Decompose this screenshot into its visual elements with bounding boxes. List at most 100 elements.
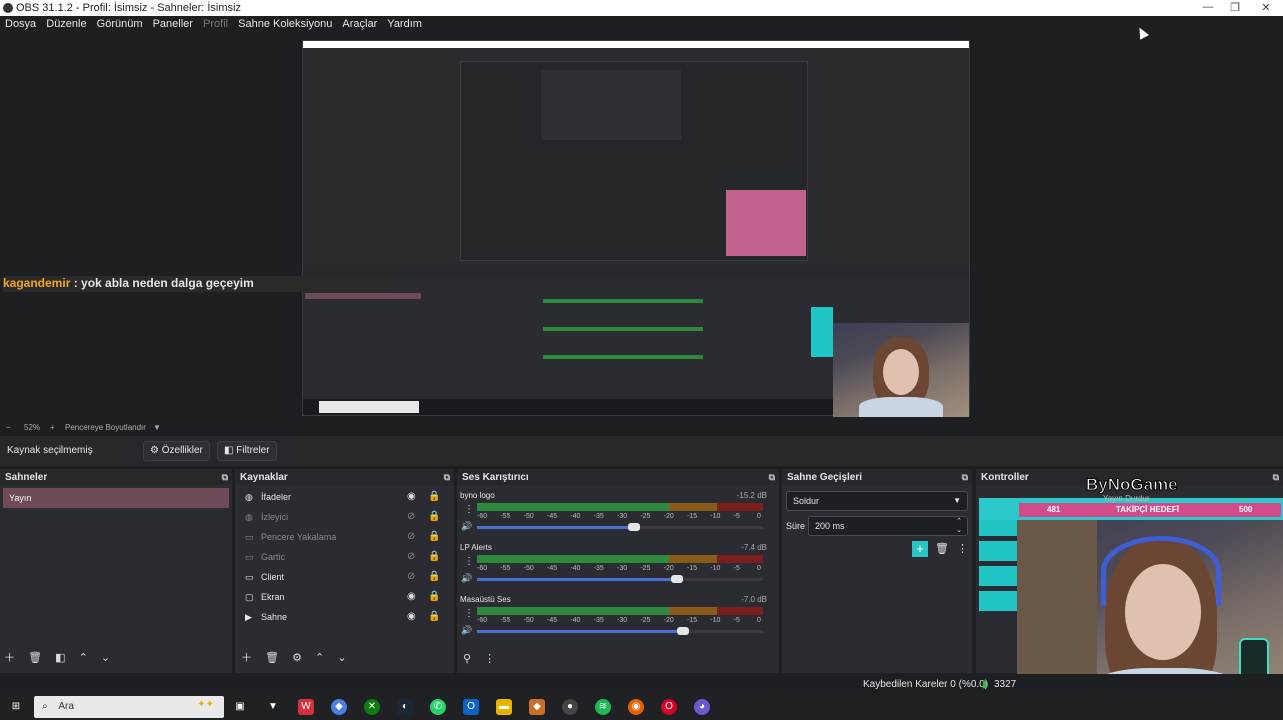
eye-hidden-icon[interactable]: ⊘ (407, 551, 415, 562)
undock-icon[interactable]: ⧉ (769, 472, 775, 483)
title-bar: OBS 31.1.2 - Profil: İsimsiz - Sahneler:… (0, 0, 1283, 16)
add-icon[interactable]: ＋ (241, 652, 252, 664)
volume-slider[interactable] (477, 523, 763, 531)
source-item[interactable]: ▭ Gartic ⊘ 🔒 (235, 547, 454, 567)
whatsapp-icon[interactable]: ✆ (430, 699, 446, 715)
source-item[interactable]: ▢ Ekran ◉ 🔒 (235, 587, 454, 607)
arrow-up-icon[interactable]: ⌃ (79, 652, 88, 664)
channel-db: -15.2 dB (736, 491, 767, 500)
menu-sahne-koleksiyonu[interactable]: Sahne Koleksiyonu (233, 16, 332, 30)
spinner-icon[interactable]: ⌃ ⌄ (956, 517, 962, 535)
eye-icon[interactable]: ◉ (407, 491, 416, 502)
undock-icon[interactable]: ⧉ (962, 472, 968, 483)
volume-slider[interactable] (477, 575, 763, 583)
app-bird-icon[interactable]: ▼ (265, 699, 281, 715)
filters-button[interactable]: ◧ Filtreler (217, 441, 277, 461)
link-icon[interactable]: ⚲ (463, 653, 471, 665)
add-transition-button[interactable]: + (912, 541, 928, 557)
source-item[interactable]: ◍ İzleyici ⊘ 🔒 (235, 507, 454, 527)
arrow-up-icon[interactable]: ⌃ (315, 652, 324, 664)
speaker-icon[interactable]: 🔊 (461, 521, 472, 532)
obs-icon[interactable]: ● (562, 699, 578, 715)
resize-to-window[interactable]: Pencereye Boyutlandır (65, 423, 146, 432)
controls-button-3[interactable] (979, 566, 1019, 586)
eye-hidden-icon[interactable]: ⊘ (407, 511, 415, 522)
controls-button-2[interactable] (979, 541, 1019, 561)
tick-label: -25 (640, 565, 651, 572)
filter-icon[interactable]: ◧ (55, 652, 65, 664)
speaker-icon[interactable]: 🔊 (461, 573, 472, 584)
windows-start-icon[interactable]: ⊞ (8, 699, 24, 715)
trash-icon[interactable]: 🗑 (265, 652, 279, 664)
menu-profil[interactable]: Profil (198, 16, 228, 30)
nested-search-box (319, 401, 419, 413)
copilot-icon[interactable]: ◆ (331, 699, 347, 715)
menu-dots-icon[interactable]: ⋮ (464, 504, 474, 515)
arrow-down-icon[interactable]: ⌄ (101, 652, 110, 664)
properties-button[interactable]: ⚙ Özellikler (143, 441, 210, 461)
task-view-icon[interactable]: ▣ (232, 699, 248, 715)
eye-icon[interactable]: ◉ (407, 591, 416, 602)
duration-input[interactable]: 200 ms ⌃ ⌄ (808, 516, 968, 536)
eye-hidden-icon[interactable]: ⊘ (407, 571, 415, 582)
eye-hidden-icon[interactable]: ⊘ (407, 531, 415, 542)
app-red-icon[interactable]: W (298, 699, 314, 715)
trash-icon[interactable]: 🗑 (28, 652, 42, 664)
zoom-in-button[interactable]: + (50, 423, 55, 432)
outlook-icon[interactable]: O (463, 699, 479, 715)
trash-icon[interactable]: 🗑 (935, 542, 949, 555)
add-icon[interactable]: ＋ (4, 652, 15, 664)
speaker-icon[interactable]: 🔊 (461, 625, 472, 636)
source-item[interactable]: ◍ İfadeler ◉ 🔒 (235, 487, 454, 507)
menu-araclar[interactable]: Araçlar (337, 16, 377, 30)
close-button[interactable]: ✕ (1256, 1, 1276, 14)
minimize-button[interactable]: — (1198, 1, 1218, 13)
lock-icon[interactable]: 🔒 (428, 571, 440, 582)
source-item[interactable]: ▭ Client ⊘ 🔒 (235, 567, 454, 587)
menu-dots-icon[interactable]: ⋮ (464, 608, 474, 619)
spotify-icon[interactable]: ≋ (595, 699, 611, 715)
gear-icon: ⚙ (150, 445, 159, 456)
zoom-out-button[interactable]: − (6, 423, 11, 432)
lock-icon[interactable]: 🔒 (428, 591, 440, 602)
lock-icon[interactable]: 🔒 (428, 611, 440, 622)
menu-dosya[interactable]: Dosya (0, 16, 36, 30)
tick-label: -5 (733, 513, 740, 520)
folder-icon[interactable]: ▬ (496, 699, 512, 715)
zoom-level: 52% (24, 423, 41, 432)
scene-item-yayin[interactable]: Yayın (3, 488, 229, 508)
menu-gorunum[interactable]: Görünüm (92, 16, 143, 30)
app-shield-icon[interactable]: ◆ (529, 699, 545, 715)
undock-icon[interactable]: ⧉ (1273, 472, 1279, 483)
source-item[interactable]: ▶ Sahne ◉ 🔒 (235, 607, 454, 627)
gear-icon[interactable]: ⚙ (292, 652, 302, 664)
discord-icon[interactable]: ◕ (694, 699, 710, 715)
xbox-icon[interactable]: ✕ (364, 699, 380, 715)
chevron-down-icon[interactable]: ▼ (153, 423, 161, 432)
menu-dots-icon[interactable]: ⋮ (484, 653, 495, 665)
source-item[interactable]: ▭ Pencere Yakalama ⊘ 🔒 (235, 527, 454, 547)
maximize-button[interactable]: ❐ (1225, 1, 1245, 14)
undock-icon[interactable]: ⧉ (444, 472, 450, 483)
preview-canvas[interactable]: kagandemir : yok abla neden dalga geçeyi… (0, 33, 1283, 419)
opera-icon[interactable]: O (661, 699, 677, 715)
transition-select[interactable]: Soldur ▼ (786, 491, 968, 511)
menu-dots-icon[interactable]: ⋮ (464, 556, 474, 567)
steam-icon[interactable]: ◐ (397, 699, 413, 715)
lock-icon[interactable]: 🔒 (428, 491, 440, 502)
menu-paneller[interactable]: Paneller (148, 16, 193, 30)
lock-icon[interactable]: 🔒 (428, 511, 440, 522)
controls-button-4[interactable] (979, 591, 1019, 611)
taskbar-search[interactable]: ⌕ Ara ✦✦ (34, 696, 224, 718)
eye-icon[interactable]: ◉ (407, 611, 416, 622)
volume-slider[interactable] (477, 627, 763, 635)
menu-duzenle[interactable]: Düzenle (41, 16, 86, 30)
menu-dots-icon[interactable]: ⋮ (957, 542, 968, 555)
undock-icon[interactable]: ⧉ (222, 472, 228, 483)
tick-label: -15 (687, 565, 698, 572)
lock-icon[interactable]: 🔒 (428, 551, 440, 562)
menu-yardim[interactable]: Yardım (382, 16, 422, 30)
lock-icon[interactable]: 🔒 (428, 531, 440, 542)
firefox-icon[interactable]: ◉ (628, 699, 644, 715)
arrow-down-icon[interactable]: ⌄ (337, 652, 346, 664)
